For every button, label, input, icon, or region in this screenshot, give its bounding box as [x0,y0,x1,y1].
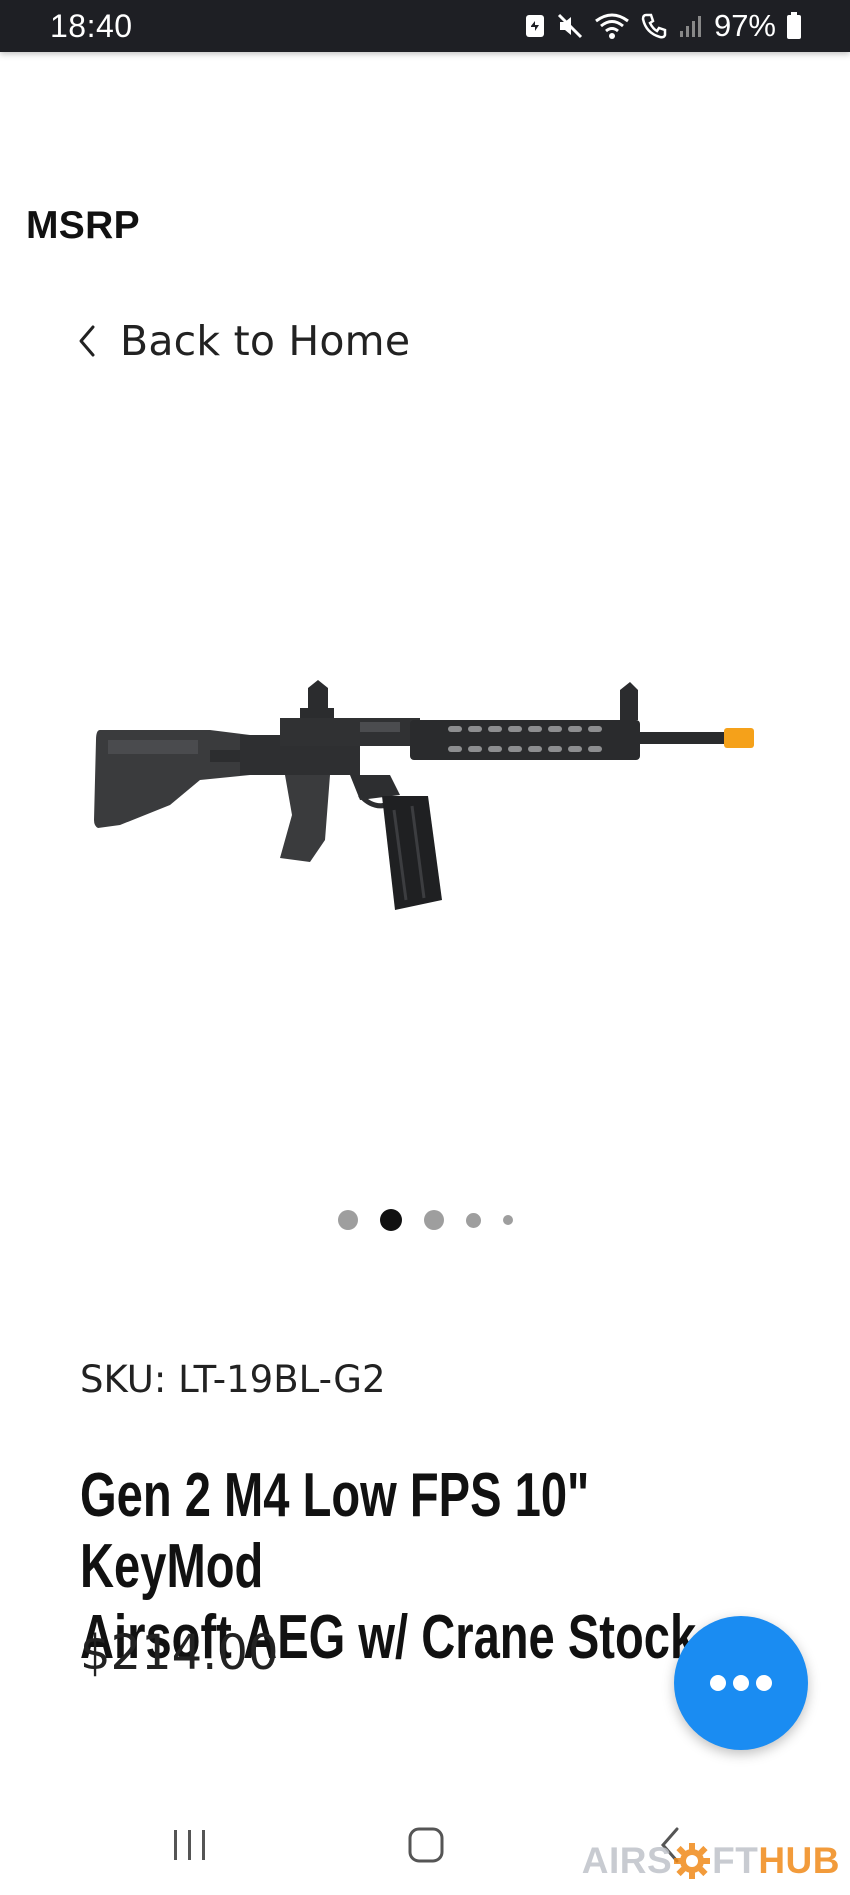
battery-percent: 97% [713,8,776,43]
battery-icon [787,12,801,39]
status-bar: 18:40 97% [0,0,850,52]
wifi-icon [595,13,629,39]
gear-icon [674,1843,711,1879]
screen: 18:40 97% MSRP Back to Home SKU: LT-19BL… [0,0,850,1895]
mute-icon [557,13,583,39]
carousel-dot-3[interactable] [423,1210,444,1230]
chat-button[interactable] [674,1616,808,1750]
back-to-home-label: Back to Home [120,317,411,365]
carousel-dots [0,1208,850,1232]
more-dots-icon [710,1675,772,1691]
signal-icon [679,16,701,37]
product-sku: SKU: LT-19BL-G2 [80,1358,386,1401]
recents-icon [174,1830,205,1860]
watermark-text-3: HUB [758,1840,840,1881]
wifi-call-icon [641,13,667,39]
airsofthub-watermark: AIRS FT HUB [582,1840,840,1882]
back-to-home-link[interactable]: Back to Home [76,315,410,367]
watermark-text-1: AIRS [581,1840,673,1881]
home-button[interactable] [396,1817,456,1873]
product-image[interactable] [60,600,790,970]
chevron-left-icon [79,325,95,357]
carousel-dot-4[interactable] [465,1212,481,1228]
watermark-text-2: FT [712,1840,759,1881]
status-icons: 97% [524,8,802,44]
product-price: $214.00 [80,1625,279,1681]
carousel-dot-2-active[interactable] [379,1209,402,1231]
carousel-dot-1[interactable] [337,1210,358,1230]
notification-icon [525,15,544,37]
brand-logo-text[interactable]: MSRP [26,204,140,248]
recents-button[interactable] [160,1817,220,1873]
home-icon [408,1827,444,1863]
carousel-dot-5[interactable] [502,1215,513,1225]
product-title-line-1: Gen 2 M4 Low FPS 10" KeyMod [80,1461,590,1601]
status-time: 18:40 [50,8,133,44]
